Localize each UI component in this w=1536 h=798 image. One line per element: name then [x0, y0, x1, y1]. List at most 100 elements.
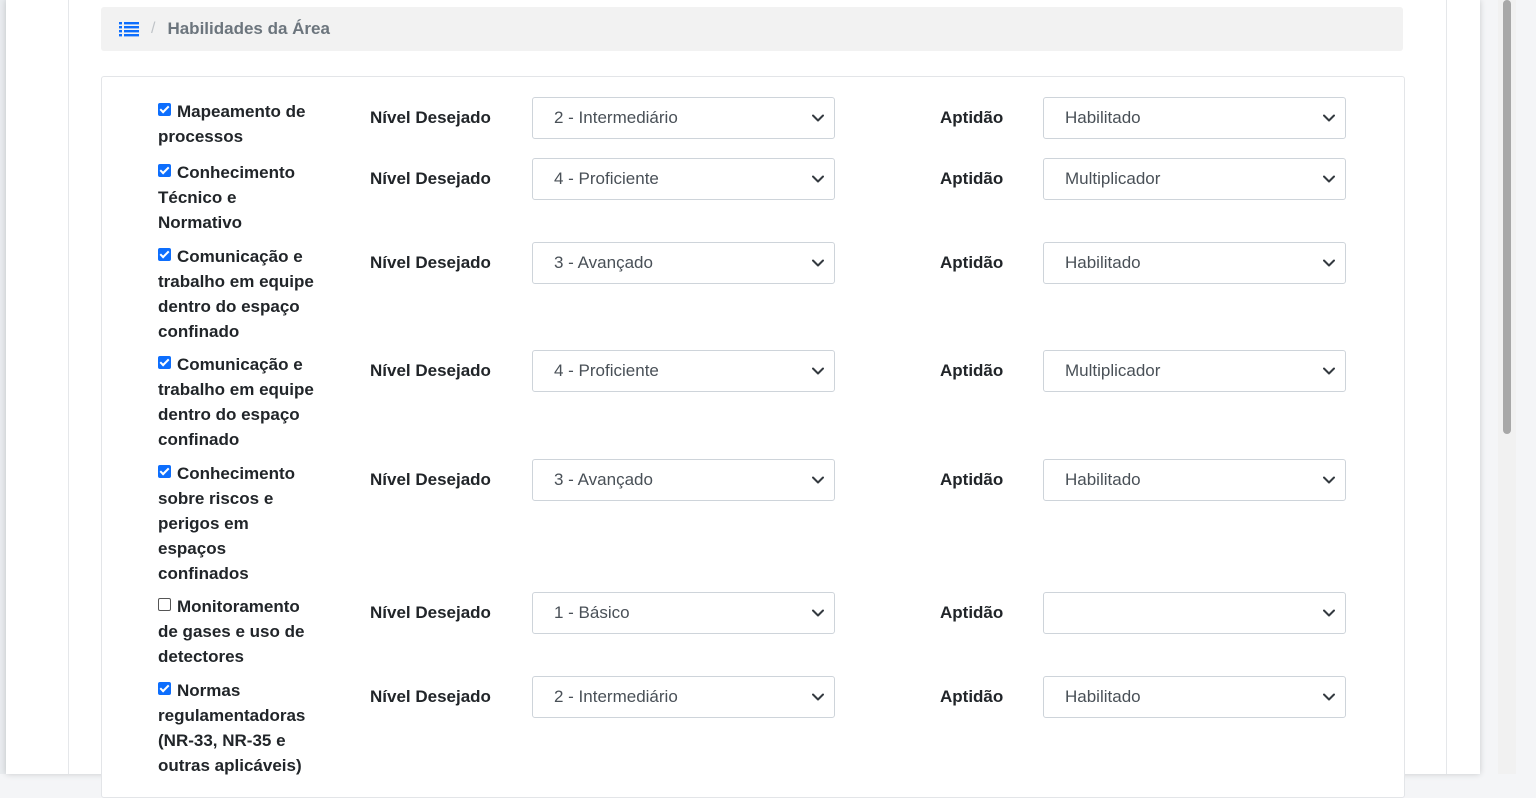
- skill-name: Comunicação e trabalho em equipe dentro do…: [158, 352, 328, 452]
- aptidao-select[interactable]: Multiplicador: [1043, 350, 1346, 392]
- nivel-desejado-value: 3 - Avançado: [554, 470, 653, 489]
- skill-label-line: Comunicação e: [158, 244, 328, 269]
- skill-label-line: Conhecimento: [158, 160, 328, 185]
- chevron-down-icon: [812, 175, 824, 183]
- aptidao-label: Aptidão: [940, 470, 1004, 489]
- skill-checkbox[interactable]: [158, 465, 171, 478]
- aptidao-value: Habilitado: [1065, 687, 1141, 706]
- nivel-desejado-value: 4 - Proficiente: [554, 169, 659, 188]
- aptidao-value: Habilitado: [1065, 470, 1141, 489]
- chevron-down-icon: [812, 609, 824, 617]
- skill-name: Conhecimento Técnico e Normativo: [158, 160, 328, 235]
- aptidao-select[interactable]: [1043, 592, 1346, 634]
- aptidao-label: Aptidão: [940, 603, 1004, 622]
- aptidao-label: Aptidão: [940, 361, 1004, 380]
- skill-label-line: dentro do espaço: [158, 405, 300, 424]
- nivel-desejado-select[interactable]: 4 - Proficiente: [532, 350, 835, 392]
- aptidao-select[interactable]: Multiplicador: [1043, 158, 1346, 200]
- chevron-down-icon: [1323, 114, 1335, 122]
- skill-label-line: Mapeamento de: [158, 99, 328, 124]
- skill-label-line: trabalho em equipe: [158, 380, 314, 399]
- nivel-desejado-select[interactable]: 4 - Proficiente: [532, 158, 835, 200]
- skill-checkbox[interactable]: [158, 356, 171, 369]
- chevron-down-icon: [1323, 693, 1335, 701]
- nivel-desejado-label: Nível Desejado: [370, 253, 491, 272]
- card-divider-right: [1446, 0, 1447, 774]
- nivel-desejado-label: Nível Desejado: [370, 108, 491, 127]
- aptidao-select[interactable]: Habilitado: [1043, 242, 1346, 284]
- nivel-desejado-select[interactable]: 3 - Avançado: [532, 242, 835, 284]
- aptidao-select[interactable]: Habilitado: [1043, 676, 1346, 718]
- skill-label-line: detectores: [158, 647, 244, 666]
- skill-label-line: confinado: [158, 430, 240, 449]
- skill-name: Normas regulamentadoras (NR-33, NR-35 e out…: [158, 678, 328, 778]
- chevron-down-icon: [812, 693, 824, 701]
- nivel-desejado-value: 3 - Avançado: [554, 253, 653, 272]
- chevron-down-icon: [1323, 259, 1335, 267]
- breadcrumb: / Habilidades da Área: [101, 7, 1403, 51]
- skill-label-line: Técnico e: [158, 188, 237, 207]
- skill-label-line: sobre riscos e: [158, 489, 274, 508]
- aptidao-label: Aptidão: [940, 687, 1004, 706]
- aptidao-value: Multiplicador: [1065, 169, 1161, 188]
- skill-label-line: Monitoramento: [158, 594, 328, 619]
- card-divider-left: [68, 0, 69, 774]
- scrollbar-thumb[interactable]: [1503, 0, 1511, 434]
- skill-checkbox[interactable]: [158, 164, 171, 177]
- skill-label-line: Normas: [158, 678, 328, 703]
- chevron-down-icon: [812, 367, 824, 375]
- skill-label-line: de gases e uso de: [158, 622, 305, 641]
- chevron-down-icon: [812, 114, 824, 122]
- aptidao-select[interactable]: Habilitado: [1043, 459, 1346, 501]
- nivel-desejado-value: 4 - Proficiente: [554, 361, 659, 380]
- nivel-desejado-select[interactable]: 2 - Intermediário: [532, 97, 835, 139]
- nivel-desejado-label: Nível Desejado: [370, 361, 491, 380]
- skill-checkbox[interactable]: [158, 682, 171, 695]
- breadcrumb-current: Habilidades da Área: [167, 19, 330, 38]
- skill-name: Mapeamento de processos: [158, 99, 328, 149]
- nivel-desejado-label: Nível Desejado: [370, 169, 491, 188]
- skill-label-line: outras aplicáveis): [158, 756, 302, 775]
- nivel-desejado-value: 1 - Básico: [554, 603, 630, 622]
- chevron-down-icon: [1323, 175, 1335, 183]
- chevron-down-icon: [1323, 367, 1335, 375]
- nivel-desejado-value: 2 - Intermediário: [554, 108, 678, 127]
- skills-panel: Mapeamento de processos Nível Desejado 2 …: [101, 76, 1405, 798]
- chevron-down-icon: [812, 476, 824, 484]
- list-icon[interactable]: [119, 21, 139, 37]
- content-card: / Habilidades da Área Mapeamento de proce…: [6, 0, 1480, 798]
- skill-name: Conhecimento sobre riscos e perigos em espa…: [158, 461, 328, 586]
- skill-label-line: processos: [158, 127, 244, 146]
- aptidao-label: Aptidão: [940, 253, 1004, 272]
- aptidao-label: Aptidão: [940, 169, 1004, 188]
- skill-checkbox[interactable]: [158, 598, 171, 611]
- nivel-desejado-value: 2 - Intermediário: [554, 687, 678, 706]
- skill-checkbox[interactable]: [158, 103, 171, 116]
- skill-label-line: (NR-33, NR-35 e: [158, 731, 286, 750]
- skill-name: Monitoramento de gases e uso de detectores: [158, 594, 328, 669]
- skill-label-line: Conhecimento: [158, 461, 328, 486]
- aptidao-select[interactable]: Habilitado: [1043, 97, 1346, 139]
- skill-checkbox[interactable]: [158, 248, 171, 261]
- skill-label-line: regulamentadoras: [158, 706, 306, 725]
- aptidao-value: Habilitado: [1065, 108, 1141, 127]
- nivel-desejado-select[interactable]: 1 - Básico: [532, 592, 835, 634]
- nivel-desejado-label: Nível Desejado: [370, 687, 491, 706]
- skill-label-line: Normativo: [158, 213, 243, 232]
- skill-label-line: dentro do espaço: [158, 297, 300, 316]
- chevron-down-icon: [1323, 476, 1335, 484]
- aptidao-label: Aptidão: [940, 108, 1004, 127]
- nivel-desejado-select[interactable]: 3 - Avançado: [532, 459, 835, 501]
- breadcrumb-separator: /: [151, 20, 156, 37]
- skill-label-line: espaços: [158, 539, 227, 558]
- scrollbar[interactable]: [1498, 0, 1516, 774]
- skill-label-line: trabalho em equipe: [158, 272, 314, 291]
- nivel-desejado-label: Nível Desejado: [370, 470, 491, 489]
- skill-label-line: confinado: [158, 322, 240, 341]
- aptidao-value: Habilitado: [1065, 253, 1141, 272]
- skill-label-line: confinados: [158, 564, 249, 583]
- nivel-desejado-select[interactable]: 2 - Intermediário: [532, 676, 835, 718]
- aptidao-value: Multiplicador: [1065, 361, 1161, 380]
- skill-name: Comunicação e trabalho em equipe dentro do…: [158, 244, 328, 344]
- chevron-down-icon: [1323, 609, 1335, 617]
